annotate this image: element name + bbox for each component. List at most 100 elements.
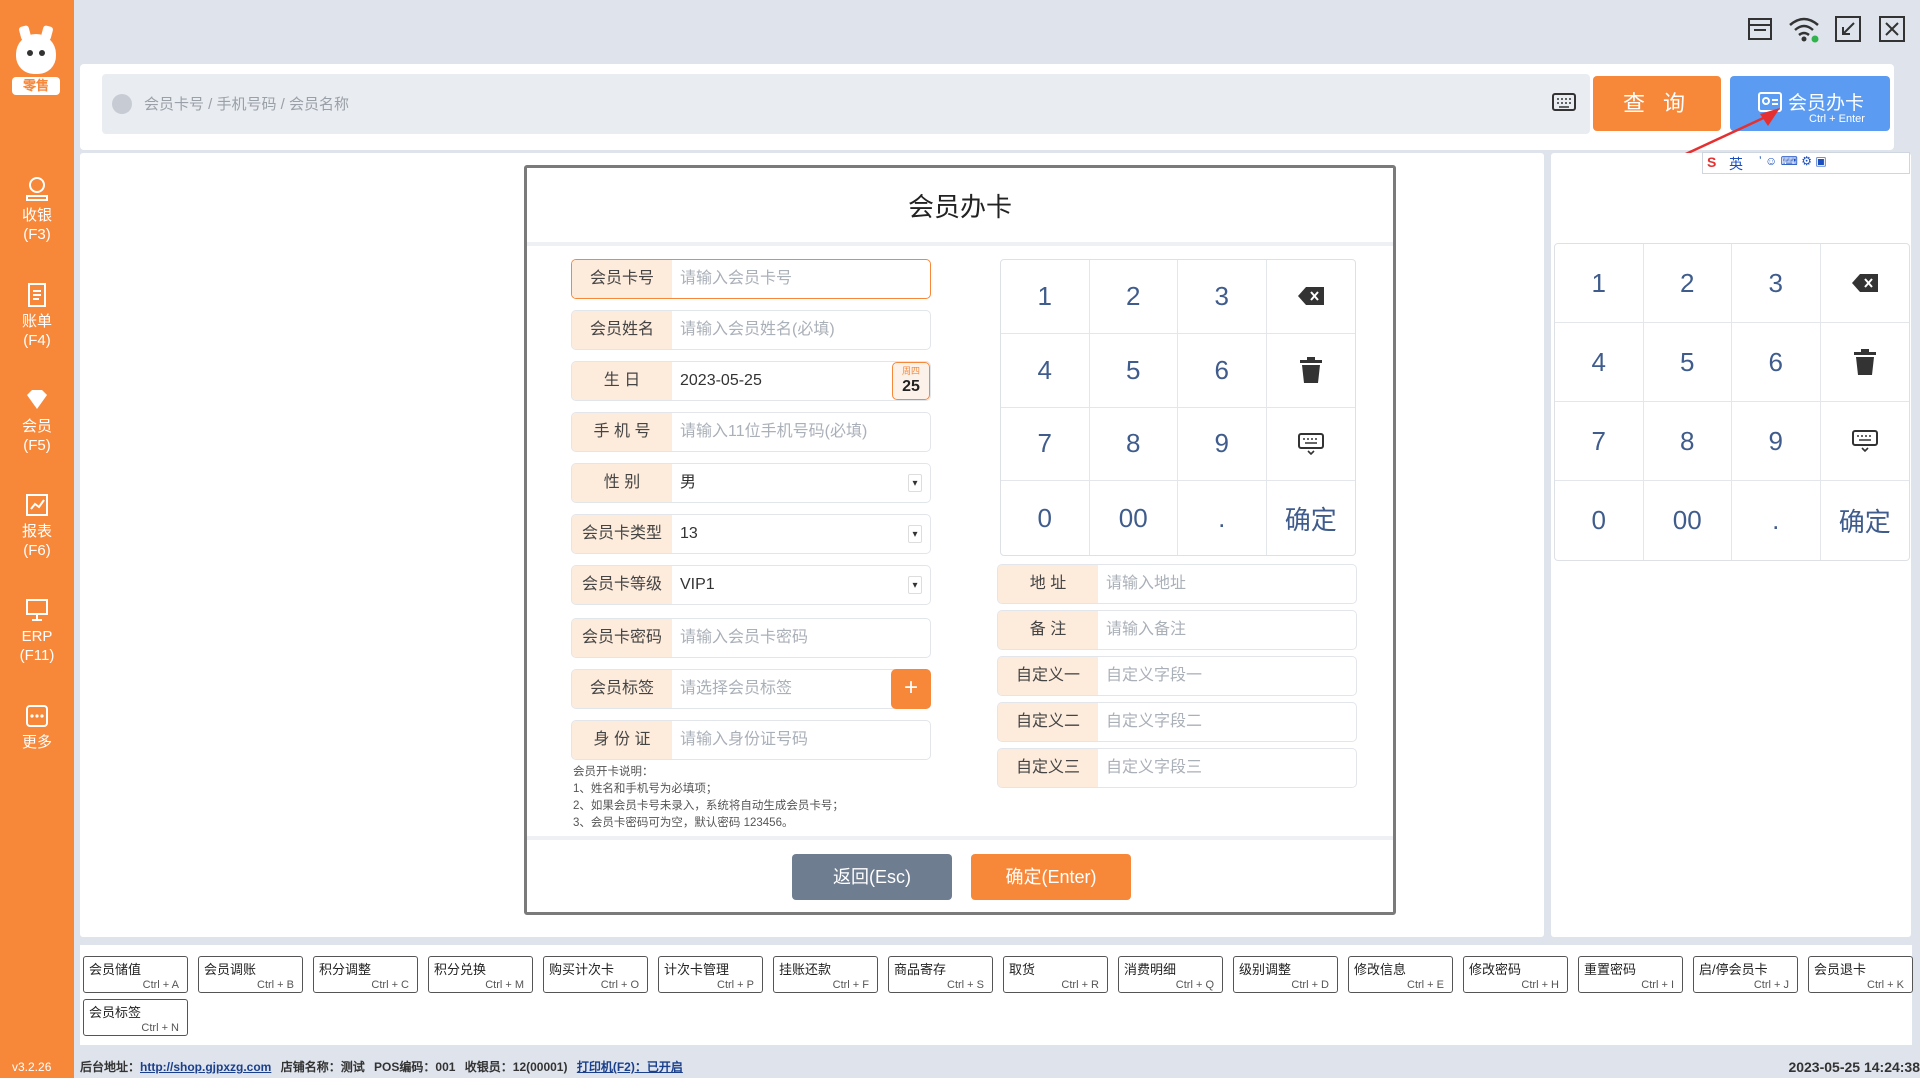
minimize-icon[interactable]	[1834, 15, 1862, 43]
remark-input[interactable]: 请输入备注	[1106, 611, 1186, 649]
shortcut-button[interactable]: 取货 Ctrl + R	[1003, 956, 1108, 993]
close-icon[interactable]	[1878, 15, 1906, 43]
shortcut-button[interactable]: 购买计次卡 Ctrl + O	[543, 956, 648, 993]
chevron-down-icon[interactable]: ▾	[908, 576, 922, 594]
keyboard-icon[interactable]	[1552, 93, 1576, 111]
numpad-key-1[interactable]: 1	[1001, 260, 1090, 334]
idcard-field[interactable]: 身 份 证 请输入身份证号码	[571, 720, 931, 760]
numpad-key-0[interactable]: 0	[1001, 481, 1090, 555]
shortcut-button[interactable]: 计次卡管理 Ctrl + P	[658, 956, 763, 993]
numpad-key-1[interactable]: 1	[1555, 244, 1644, 323]
birthday-input[interactable]: 2023-05-25	[680, 362, 762, 400]
calendar-button[interactable]: 周四 25	[892, 362, 930, 400]
address-input[interactable]: 请输入地址	[1106, 565, 1186, 603]
nav-member[interactable]: 会员 (F5)	[0, 387, 74, 455]
store-icon[interactable]	[1746, 15, 1774, 43]
numpad-key-3[interactable]: 3	[1178, 260, 1267, 334]
phone-field[interactable]: 手 机 号 请输入11位手机号码(必填)	[571, 412, 931, 452]
remark-field[interactable]: 备 注 请输入备注	[997, 610, 1357, 650]
numpad-key-4[interactable]: 4	[1555, 323, 1644, 402]
numpad-key-8[interactable]: 8	[1089, 407, 1178, 482]
card-no-field[interactable]: 会员卡号 请输入会员卡号	[571, 259, 931, 299]
numpad-key-7[interactable]: 7	[1555, 402, 1644, 481]
address-field[interactable]: 地 址 请输入地址	[997, 564, 1357, 604]
numpad-key-6[interactable]: 6	[1732, 323, 1821, 402]
shortcut-button[interactable]: 修改信息 Ctrl + E	[1348, 956, 1453, 993]
shortcut-button[interactable]: 会员退卡 Ctrl + K	[1808, 956, 1913, 993]
numpad-clear[interactable]	[1820, 323, 1909, 402]
nav-bill[interactable]: 账单 (F4)	[0, 282, 74, 350]
add-tag-button[interactable]: +	[891, 669, 931, 709]
numpad-confirm[interactable]: 确定	[1267, 481, 1356, 555]
nav-more[interactable]: 更多	[0, 703, 74, 752]
shortcut-button[interactable]: 积分兑换 Ctrl + M	[428, 956, 533, 993]
backend-url-link[interactable]: http://shop.gjpxzg.com	[140, 1060, 271, 1074]
numpad-key-6[interactable]: 6	[1178, 333, 1267, 408]
numpad-key-00[interactable]: 00	[1644, 481, 1732, 560]
numpad-keyboard[interactable]	[1266, 408, 1355, 482]
numpad-key-5[interactable]: 5	[1089, 333, 1178, 408]
numpad-key-dot[interactable]: .	[1732, 481, 1821, 560]
erp-icon	[26, 599, 48, 621]
numpad-key-3[interactable]: 3	[1732, 244, 1821, 323]
card-type-label: 会员卡类型	[572, 515, 672, 553]
numpad-key-8[interactable]: 8	[1643, 402, 1732, 481]
nav-report[interactable]: 报表 (F6)	[0, 492, 74, 560]
idcard-input[interactable]: 请输入身份证号码	[680, 721, 808, 759]
card-no-input[interactable]: 请输入会员卡号	[680, 260, 792, 298]
custom2-input[interactable]: 自定义字段二	[1106, 703, 1202, 741]
custom1-input[interactable]: 自定义字段一	[1106, 657, 1202, 695]
numpad-key-2[interactable]: 2	[1643, 244, 1732, 323]
custom2-field[interactable]: 自定义二 自定义字段二	[997, 702, 1357, 742]
birthday-field[interactable]: 生 日 2023-05-25 周四 25	[571, 361, 931, 401]
numpad-key-2[interactable]: 2	[1089, 260, 1178, 334]
ime-toolbar[interactable]: S 英 ʼ ☺ ⌨ ⚙ ▣	[1702, 152, 1910, 174]
numpad-backspace[interactable]	[1266, 260, 1355, 334]
password-field[interactable]: 会员卡密码 请输入会员卡密码	[571, 618, 931, 658]
custom1-field[interactable]: 自定义一 自定义字段一	[997, 656, 1357, 696]
numpad-key-9[interactable]: 9	[1732, 402, 1821, 481]
shortcut-button[interactable]: 级别调整 Ctrl + D	[1233, 956, 1338, 993]
tags-input[interactable]: 请选择会员标签	[680, 670, 792, 708]
numpad-key-5[interactable]: 5	[1643, 323, 1732, 402]
numpad-key-4[interactable]: 4	[1001, 333, 1090, 408]
shortcut-button[interactable]: 启/停会员卡 Ctrl + J	[1693, 956, 1798, 993]
numpad-key-dot[interactable]: .	[1178, 481, 1267, 555]
shortcut-button[interactable]: 会员调账 Ctrl + B	[198, 956, 303, 993]
chevron-down-icon[interactable]: ▾	[908, 474, 922, 492]
numpad-key-0[interactable]: 0	[1555, 481, 1644, 560]
name-field[interactable]: 会员姓名 请输入会员姓名(必填)	[571, 310, 931, 350]
confirm-button[interactable]: 确定(Enter)	[971, 854, 1131, 900]
printer-status-link[interactable]: 打印机(F2)：已开启	[577, 1060, 683, 1074]
phone-input[interactable]: 请输入11位手机号码(必填)	[680, 413, 867, 451]
custom3-field[interactable]: 自定义三 自定义字段三	[997, 748, 1357, 788]
logo-tag: 零售	[12, 77, 60, 95]
tags-field[interactable]: 会员标签 请选择会员标签 +	[571, 669, 931, 709]
numpad-key-7[interactable]: 7	[1001, 407, 1090, 482]
shortcut-button[interactable]: 积分调整 Ctrl + C	[313, 956, 418, 993]
nav-erp[interactable]: ERP (F11)	[0, 597, 74, 665]
shortcut-button[interactable]: 挂账还款 Ctrl + F	[773, 956, 878, 993]
numpad-confirm[interactable]: 确定	[1821, 481, 1910, 560]
numpad-keyboard[interactable]	[1820, 402, 1909, 481]
nav-cashier[interactable]: 收银 (F3)	[0, 176, 74, 244]
custom3-input[interactable]: 自定义字段三	[1106, 749, 1202, 787]
numpad-key-9[interactable]: 9	[1178, 407, 1267, 482]
gender-select[interactable]: 性 别 男 ▾	[571, 463, 931, 503]
name-input[interactable]: 请输入会员姓名(必填)	[680, 311, 835, 349]
card-type-select[interactable]: 会员卡类型 13 ▾	[571, 514, 931, 554]
chevron-down-icon[interactable]: ▾	[908, 525, 922, 543]
back-button[interactable]: 返回(Esc)	[792, 854, 952, 900]
card-level-select[interactable]: 会员卡等级 VIP1 ▾	[571, 565, 931, 605]
numpad-backspace[interactable]	[1820, 244, 1909, 323]
password-input[interactable]: 请输入会员卡密码	[680, 619, 808, 657]
shortcut-button[interactable]: 会员标签 Ctrl + N	[83, 999, 188, 1036]
shortcut-button[interactable]: 会员储值 Ctrl + A	[83, 956, 188, 993]
wifi-icon[interactable]	[1788, 15, 1820, 43]
shortcut-button[interactable]: 商品寄存 Ctrl + S	[888, 956, 993, 993]
shortcut-button[interactable]: 修改密码 Ctrl + H	[1463, 956, 1568, 993]
shortcut-button[interactable]: 重置密码 Ctrl + I	[1578, 956, 1683, 993]
numpad-clear[interactable]	[1266, 334, 1355, 408]
shortcut-button[interactable]: 消费明细 Ctrl + Q	[1118, 956, 1223, 993]
numpad-key-00[interactable]: 00	[1090, 481, 1178, 555]
